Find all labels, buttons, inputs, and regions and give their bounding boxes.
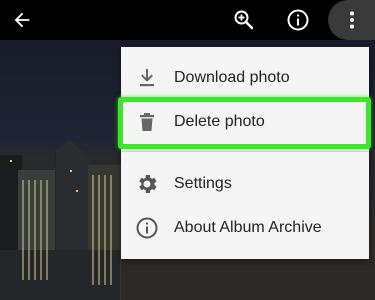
menu-item-delete-photo[interactable]: Delete photo — [121, 100, 369, 144]
menu-item-label: Download photo — [174, 69, 290, 86]
info-icon — [287, 9, 309, 31]
menu-item-about[interactable]: About Album Archive — [121, 206, 369, 250]
overflow-menu: Download photo Delete photo Settings Abo… — [121, 47, 369, 259]
info-icon — [136, 217, 158, 239]
top-toolbar — [0, 0, 375, 40]
zoom-in-button[interactable] — [222, 0, 266, 40]
download-icon — [140, 69, 154, 87]
more-options-button[interactable] — [328, 0, 375, 40]
trash-icon — [140, 113, 154, 131]
menu-item-label: Settings — [174, 175, 232, 192]
menu-item-download-photo[interactable]: Download photo — [121, 56, 369, 100]
menu-item-label: Delete photo — [174, 113, 265, 130]
back-button[interactable] — [0, 0, 44, 40]
menu-item-settings[interactable]: Settings — [121, 162, 369, 206]
zoom-in-icon — [234, 10, 254, 30]
arrow-back-icon — [14, 12, 30, 28]
more-vert-icon — [349, 11, 354, 29]
info-button[interactable] — [276, 0, 320, 40]
gear-icon — [139, 175, 157, 193]
menu-divider — [121, 151, 369, 152]
menu-item-label: About Album Archive — [174, 219, 322, 236]
